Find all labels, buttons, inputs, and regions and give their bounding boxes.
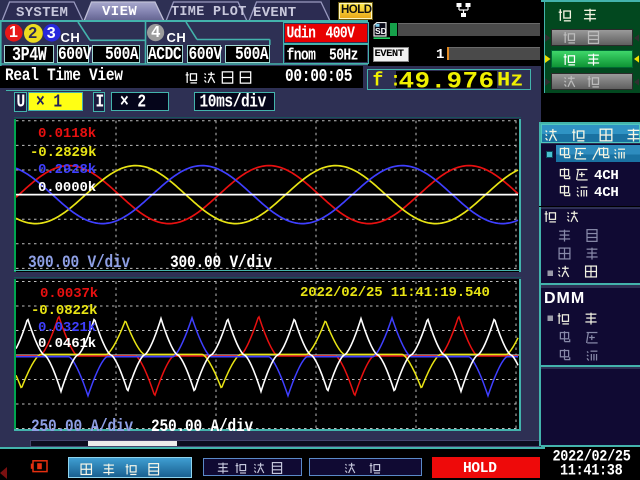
svg-text:SD: SD [375, 26, 387, 36]
